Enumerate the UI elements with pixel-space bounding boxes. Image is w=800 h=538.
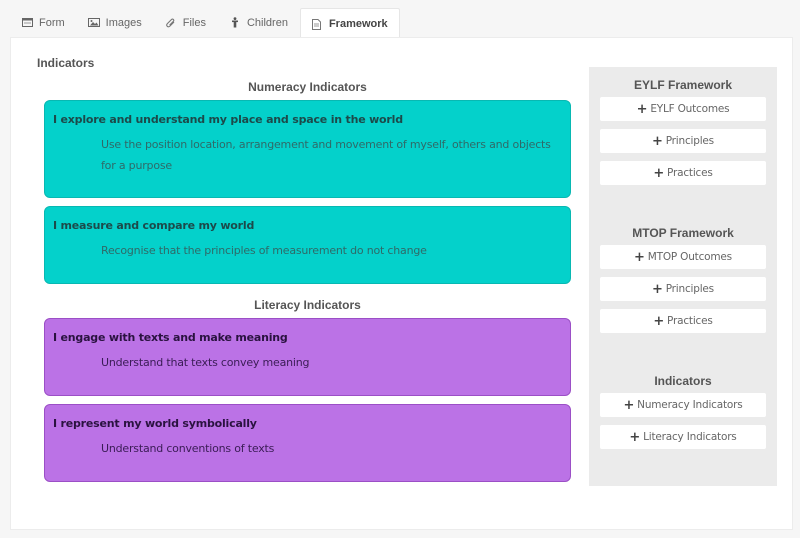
tab-files[interactable]: Files <box>154 8 218 37</box>
button-label: Principles <box>665 135 714 147</box>
eylf-framework-title: EYLF Framework <box>633 78 733 92</box>
mtop-outcomes-button[interactable]: + MTOP Outcomes <box>600 245 766 269</box>
indicator-title: I engage with texts and make meaning <box>53 331 288 344</box>
plus-icon: + <box>634 249 645 265</box>
plus-icon: + <box>629 429 641 445</box>
plus-icon: + <box>653 165 665 181</box>
button-label: MTOP Outcomes <box>647 251 732 263</box>
tab-framework[interactable]: Framework <box>299 8 400 39</box>
tab-label: Children <box>246 16 288 29</box>
plus-icon: + <box>636 101 648 117</box>
tab-images[interactable]: Images <box>77 8 154 37</box>
button-label: Numeracy Indicators <box>637 399 743 411</box>
framework-panel: Indicators Numeracy Indicators I explore… <box>10 37 793 530</box>
tab-label: Files <box>182 16 206 29</box>
numeracy-group-title: Numeracy Indicators <box>248 80 367 94</box>
paperclip-icon <box>165 17 177 29</box>
literacy-group-title: Literacy Indicators <box>254 298 361 312</box>
mtop-practices-button[interactable]: + Practices <box>600 309 766 333</box>
eylf-outcomes-button[interactable]: + EYLF Outcomes <box>600 97 766 121</box>
plus-icon: + <box>652 133 663 149</box>
mtop-principles-button[interactable]: + Principles <box>600 277 766 301</box>
tab-bar: Form Images Files Children Framework <box>10 8 400 39</box>
button-label: Literacy Indicators <box>643 431 737 443</box>
indicator-card[interactable]: I engage with texts and make meaning Und… <box>44 318 571 396</box>
image-icon <box>87 17 100 29</box>
section-title: Indicators <box>37 56 95 70</box>
tab-label: Images <box>105 16 142 29</box>
indicator-description: Recognise that the principles of measure… <box>101 244 427 257</box>
indicator-description: Use the position location, arrangement a… <box>101 138 551 172</box>
indicator-card[interactable]: I measure and compare my world Recognise… <box>44 206 571 284</box>
plus-icon: + <box>653 313 665 329</box>
tab-form[interactable]: Form <box>10 8 77 37</box>
button-label: Practices <box>667 315 713 327</box>
button-label: Practices <box>667 167 713 179</box>
indicator-card[interactable]: I explore and understand my place and sp… <box>44 100 571 198</box>
mtop-framework-title: MTOP Framework <box>632 226 734 240</box>
indicator-description: Understand that texts convey meaning <box>101 356 310 369</box>
literacy-indicators-button[interactable]: + Literacy Indicators <box>600 425 766 449</box>
eylf-principles-button[interactable]: + Principles <box>600 129 766 153</box>
indicator-card[interactable]: I represent my world symbolically Unders… <box>44 404 571 482</box>
tab-label: Form <box>39 16 65 29</box>
numeracy-indicators-button[interactable]: + Numeracy Indicators <box>600 393 766 417</box>
button-label: EYLF Outcomes <box>650 103 730 115</box>
indicators-sidebar-title: Indicators <box>654 374 712 388</box>
indicators-list: Numeracy Indicators I explore and unders… <box>44 78 571 490</box>
plus-icon: + <box>623 397 635 413</box>
indicator-title: I explore and understand my place and sp… <box>53 113 403 126</box>
document-icon <box>311 18 323 30</box>
indicator-title: I represent my world symbolically <box>53 417 257 430</box>
indicator-title: I measure and compare my world <box>53 219 255 232</box>
indicator-description: Understand conventions of texts <box>101 442 275 455</box>
eylf-practices-button[interactable]: + Practices <box>600 161 766 185</box>
tab-label: Framework <box>328 18 388 30</box>
plus-icon: + <box>652 281 663 297</box>
form-icon <box>21 17 33 29</box>
tab-children[interactable]: Children <box>218 8 300 37</box>
button-label: Principles <box>665 283 714 295</box>
framework-sidebar: EYLF Framework + EYLF Outcomes + Principle… <box>589 67 777 486</box>
child-icon <box>229 17 241 29</box>
